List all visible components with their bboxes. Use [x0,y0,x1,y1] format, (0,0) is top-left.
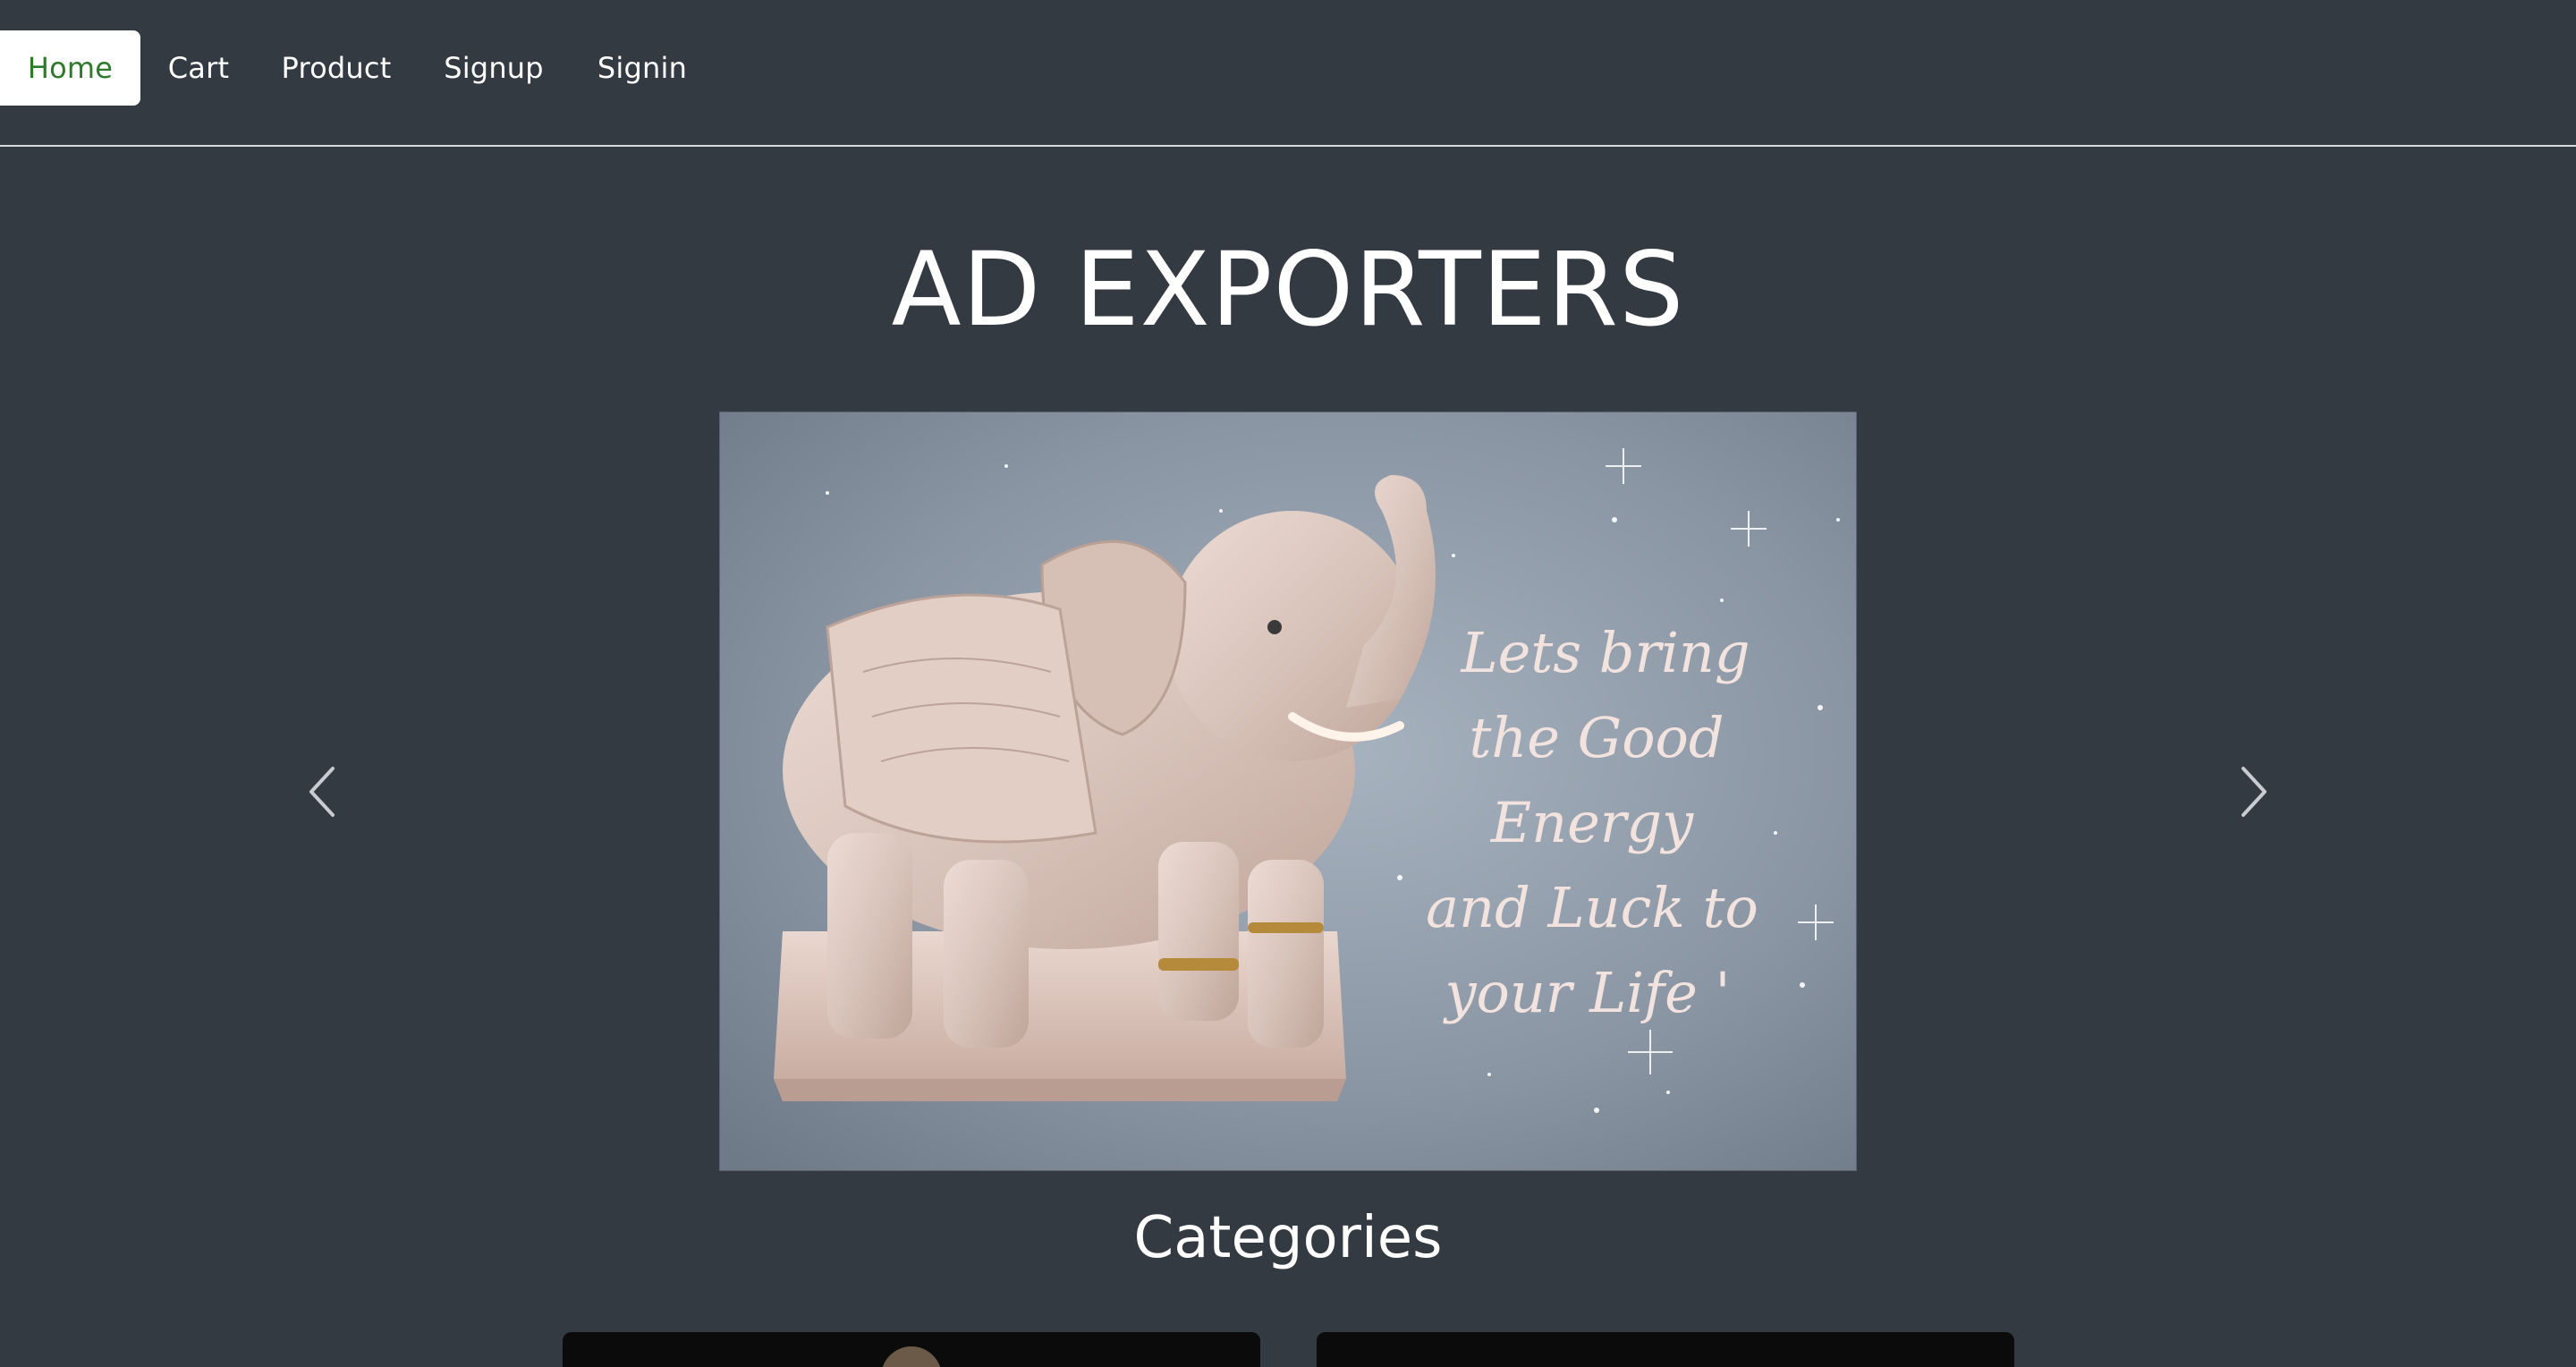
marble-elephant-image: Lets bring the Good Energy and Luck to y… [720,412,1856,1170]
category-image [1317,1332,2014,1367]
category-card[interactable] [1317,1332,2014,1367]
slide-text-line-1: Lets bring [1460,620,1750,685]
nav-item-cart[interactable]: Cart [157,30,240,106]
slide-text-line-5: your Life ' [1442,960,1730,1025]
categories-title: Categories [1133,1205,1443,1271]
page-title: AD EXPORTERS [891,230,1685,349]
slide-text-line-2: the Good [1469,705,1724,770]
chevron-left-icon [309,767,335,817]
category-card[interactable] [563,1332,1260,1367]
carousel-slide[interactable]: Lets bring the Good Energy and Luck to y… [719,412,1857,1171]
nav-item-home[interactable]: Home [0,30,140,106]
top-navbar: Home Cart Product Signup Signin [0,0,2576,147]
nav-item-product[interactable]: Product [274,30,399,106]
category-image [563,1332,1260,1367]
carousel-next-button[interactable] [2227,756,2281,828]
chevron-right-icon [2241,767,2267,817]
slide-text-line-3: Energy [1490,790,1694,855]
nav-item-signin[interactable]: Signin [587,30,698,106]
page: Home Cart Product Signup Signin AD EXPOR… [0,0,2576,1367]
slide-text-line-4: and Luck to [1426,875,1758,940]
nav-item-signup[interactable]: Signup [433,30,555,106]
carousel-prev-button[interactable] [295,756,349,828]
